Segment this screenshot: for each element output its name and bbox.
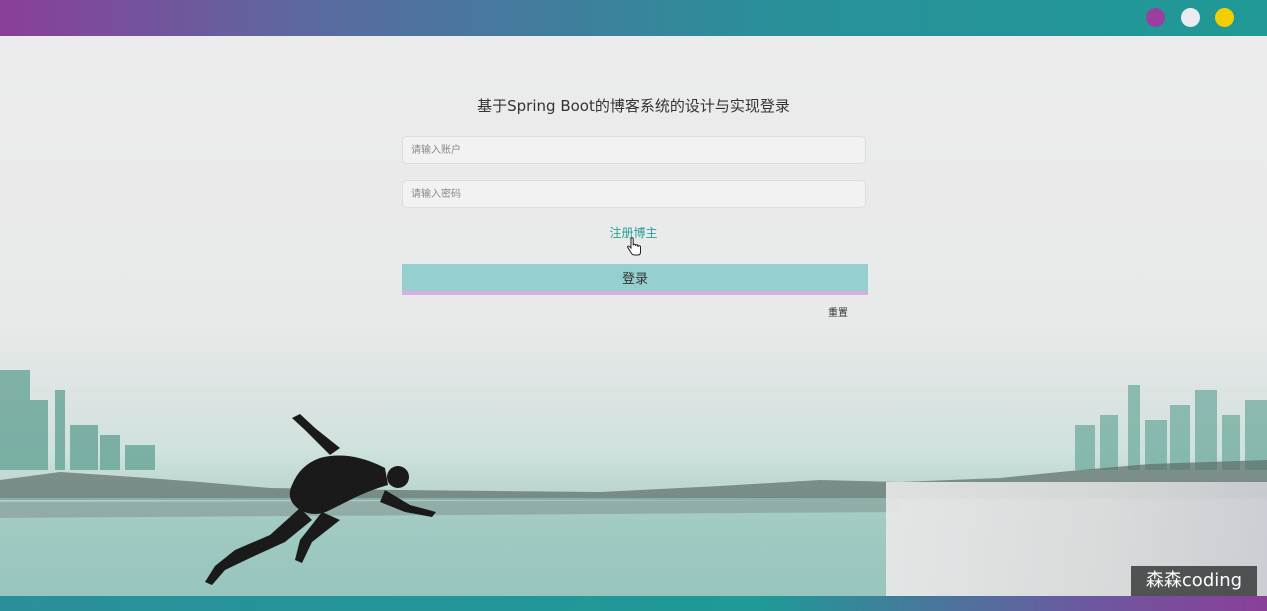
bottom-bar	[0, 596, 1267, 611]
right-skyline	[1075, 385, 1267, 470]
top-header-bar	[0, 0, 1267, 40]
account-input[interactable]	[402, 136, 866, 164]
reset-button[interactable]: 重置	[828, 304, 848, 319]
yellow-dot-icon[interactable]	[1215, 8, 1234, 27]
password-input[interactable]	[402, 180, 866, 208]
login-button[interactable]: 登录	[402, 264, 868, 295]
hand-cursor-icon	[626, 237, 641, 256]
watermark: 森森coding	[1131, 566, 1257, 596]
left-skyline	[0, 370, 155, 470]
purple-dot-icon[interactable]	[1146, 8, 1165, 27]
white-dot-icon[interactable]	[1181, 8, 1200, 27]
page-title: 基于Spring Boot的博客系统的设计与实现登录	[477, 97, 790, 115]
